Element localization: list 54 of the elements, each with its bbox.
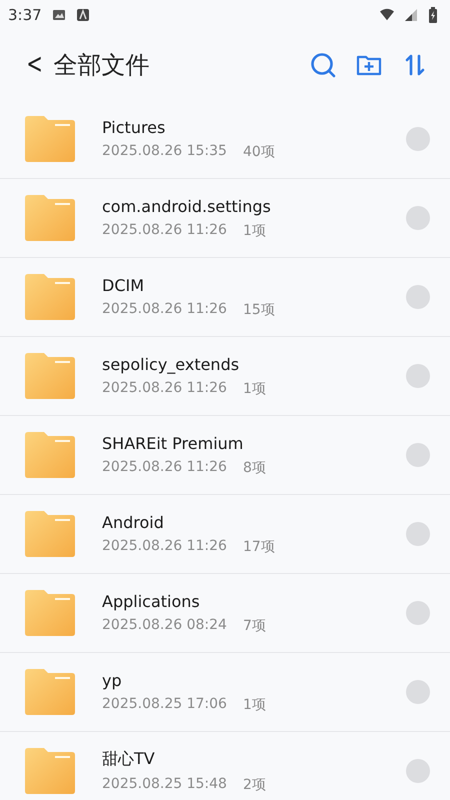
folder-icon (25, 511, 75, 557)
folder-icon (25, 353, 75, 399)
search-icon[interactable] (310, 52, 336, 78)
select-radio[interactable] (406, 206, 430, 230)
folder-icon (25, 274, 75, 320)
item-count: 40项 (242, 142, 275, 160)
modified-date: 2025.08.26 11:26 (102, 300, 227, 318)
select-radio[interactable] (406, 127, 430, 151)
folder-icon (25, 590, 75, 636)
folder-icon (25, 116, 75, 162)
folder-icon (25, 432, 75, 478)
item-count: 1项 (242, 380, 266, 398)
modified-date: 2025.08.26 11:26 (102, 380, 227, 398)
back-button[interactable]: < (25, 46, 48, 84)
folder-icon (25, 748, 75, 794)
image-icon (52, 8, 66, 22)
folder-icon (25, 669, 75, 715)
battery-icon (428, 7, 438, 23)
modified-date: 2025.08.25 17:06 (102, 696, 227, 714)
page-title: 全部文件 (53, 50, 150, 81)
folder-name: Pictures (102, 118, 166, 136)
select-radio[interactable] (406, 522, 430, 546)
item-count: 1项 (242, 222, 266, 240)
folder-icon (25, 195, 75, 241)
modified-date: 2025.08.25 15:48 (102, 776, 227, 794)
wifi-icon (380, 8, 394, 22)
item-count: 17项 (242, 538, 275, 556)
folder-name: yp (102, 670, 123, 690)
modified-date: 2025.08.26 11:26 (102, 538, 227, 556)
folder-name: 甜心TV (102, 748, 156, 770)
select-radio[interactable] (406, 680, 430, 704)
modified-date: 2025.08.26 11:26 (102, 458, 227, 476)
modified-date: 2025.08.26 15:35 (102, 142, 227, 160)
select-radio[interactable] (406, 364, 430, 388)
select-radio[interactable] (406, 601, 430, 625)
folder-name: Applications (102, 592, 201, 610)
select-radio[interactable] (406, 759, 430, 783)
select-radio[interactable] (406, 285, 430, 309)
folder-name: SHAREit Premium (102, 434, 244, 452)
item-count: 1项 (242, 696, 266, 714)
item-count: 15项 (242, 300, 275, 318)
modified-date: 2025.08.26 11:26 (102, 222, 227, 240)
item-count: 8项 (242, 458, 266, 476)
signal-icon (404, 8, 418, 22)
app-icon (76, 8, 90, 22)
folder-name: com.android.settings (102, 196, 272, 216)
item-count: 2项 (242, 776, 266, 794)
folder-name: DCIM (102, 276, 146, 294)
select-radio[interactable] (406, 443, 430, 467)
modified-date: 2025.08.26 08:24 (102, 616, 227, 634)
item-count: 7项 (242, 616, 266, 634)
folder-name: Android (102, 512, 165, 532)
status-time: 3:37 (8, 6, 42, 24)
folder-name: sepolicy_extends (102, 354, 240, 374)
